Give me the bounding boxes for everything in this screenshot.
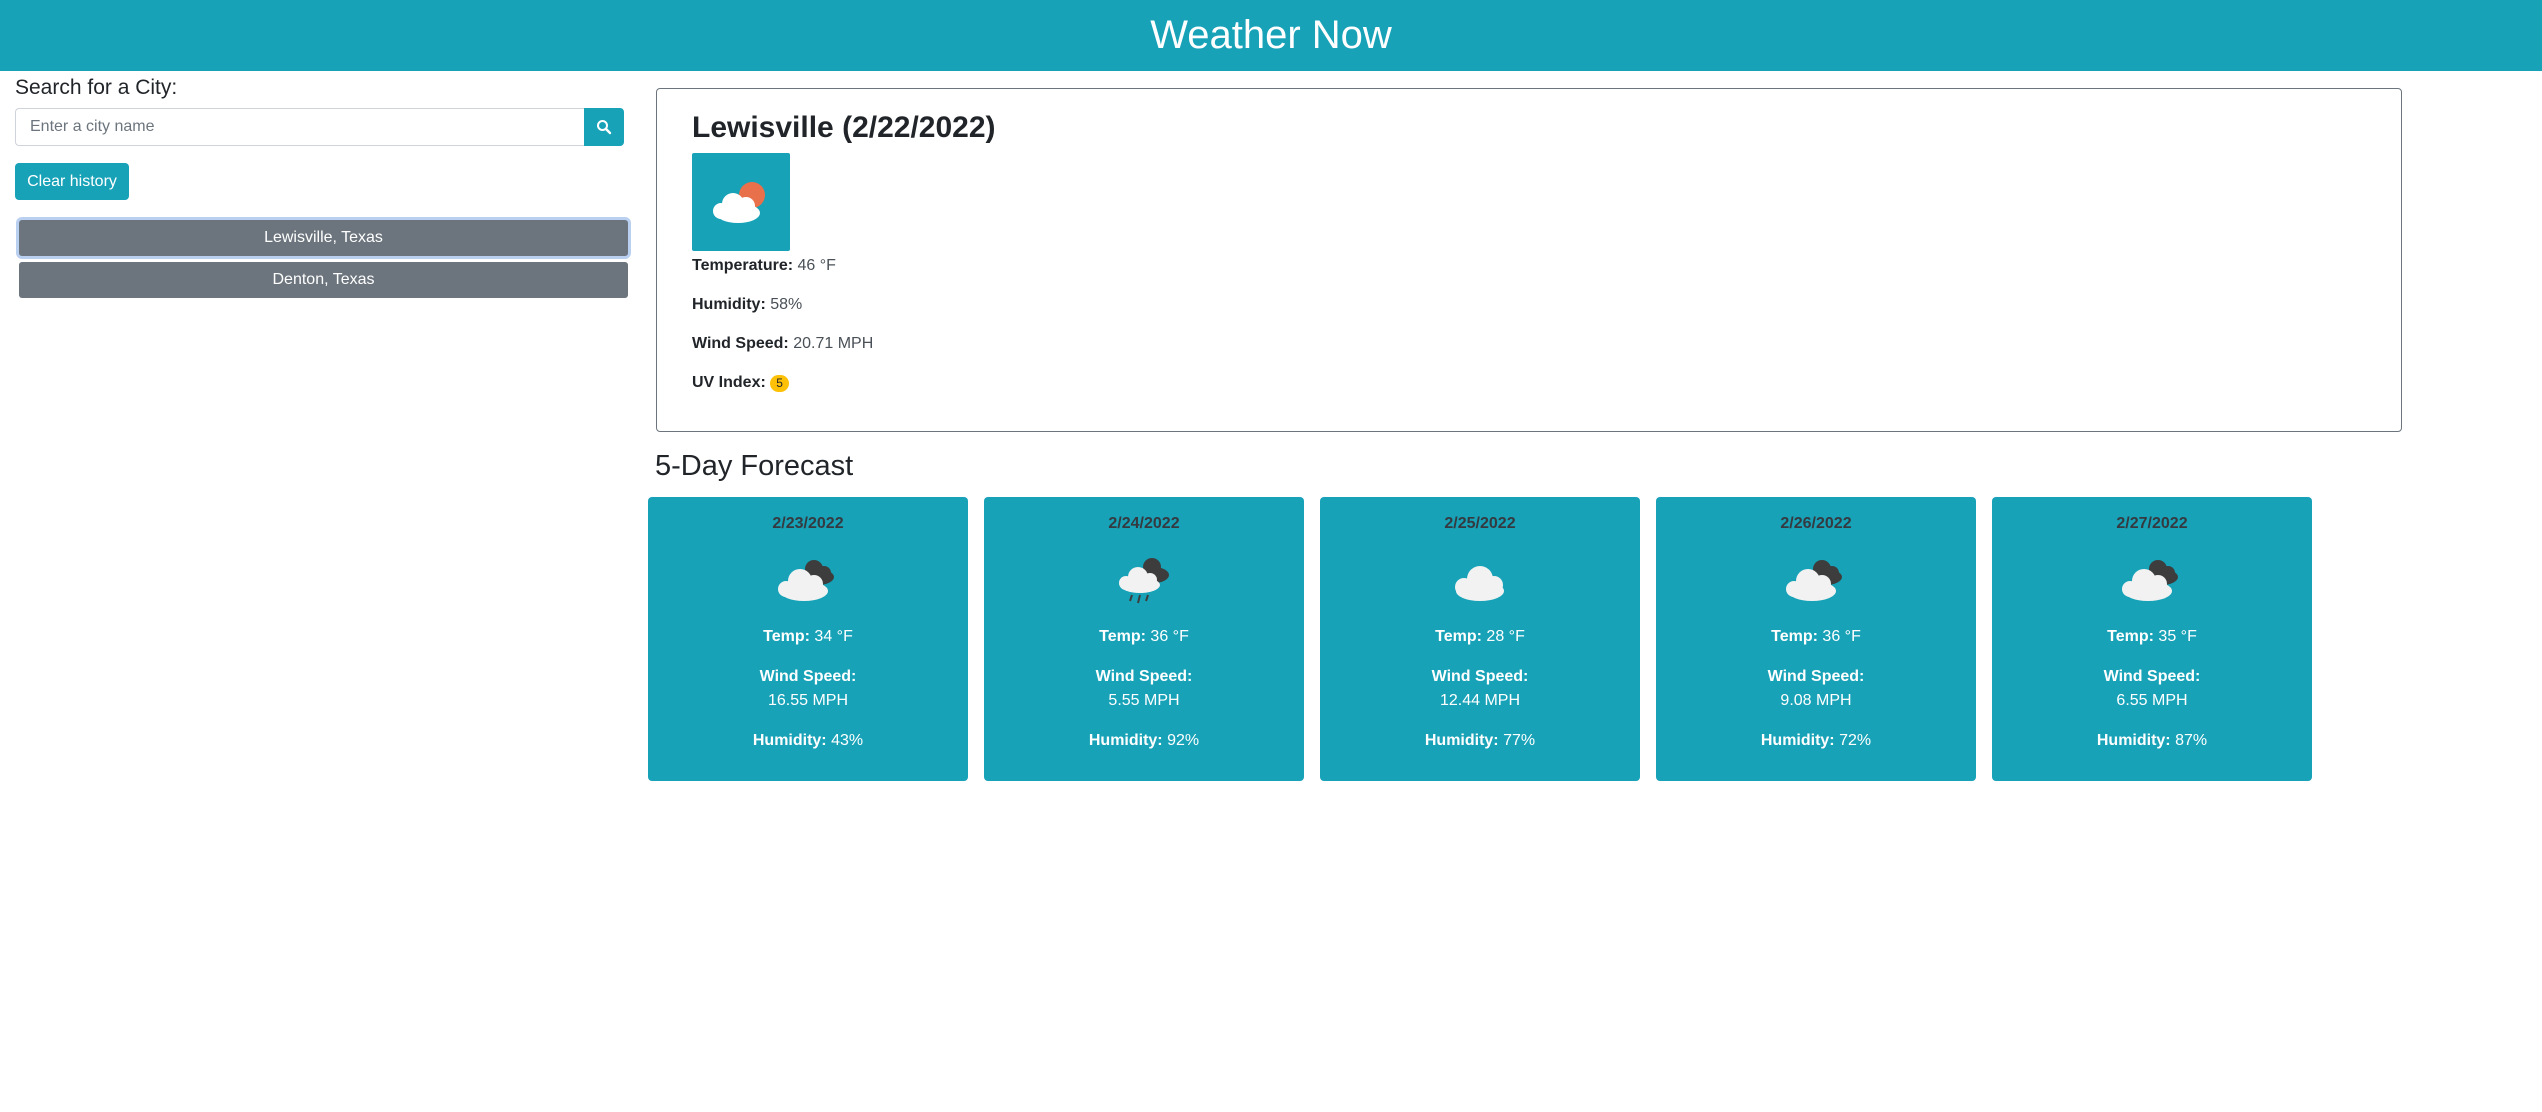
search-label: Search for a City: xyxy=(15,76,178,99)
rain-icon xyxy=(1119,558,1169,604)
search-form xyxy=(15,108,624,146)
forecast-wind-value: 5.55 MPH xyxy=(1108,692,1180,709)
forecast-temp: Temp: 36 °F xyxy=(1771,628,1861,645)
forecast-humidity: Humidity: 72% xyxy=(1760,732,1872,749)
forecast-card: 2/23/2022 Temp: 34 °F Wind Speed: 16.55 … xyxy=(648,497,968,781)
forecast-wind-value: 9.08 MPH xyxy=(1780,692,1852,709)
forecast-date: 2/25/2022 xyxy=(1444,515,1516,532)
app-header: Weather Now xyxy=(0,0,2542,71)
temperature-value: 46 °F xyxy=(797,257,836,274)
forecast-humidity: Humidity: 87% xyxy=(2096,732,2208,749)
history-item-denton[interactable]: Denton, Texas xyxy=(19,262,628,298)
broken-clouds-icon xyxy=(1786,560,1842,601)
forecast-wind-label: Wind Speed: xyxy=(1767,668,1865,685)
city-search-input[interactable] xyxy=(15,108,584,146)
current-weather-card: Lewisville (2/22/2022) Temperature: 46 °… xyxy=(656,88,2402,432)
wind-speed-value: 20.71 MPH xyxy=(793,335,874,352)
forecast-date: 2/23/2022 xyxy=(772,515,844,532)
forecast-wind-value: 6.55 MPH xyxy=(2116,692,2188,709)
forecast-date: 2/24/2022 xyxy=(1108,515,1180,532)
humidity-value: 58% xyxy=(770,296,803,313)
forecast-humidity: Humidity: 77% xyxy=(1424,732,1536,749)
forecast-wind-label: Wind Speed: xyxy=(759,668,857,685)
uv-index-badge: 5 xyxy=(770,375,789,392)
forecast-temp: Temp: 28 °F xyxy=(1435,628,1525,645)
forecast-temp: Temp: 35 °F xyxy=(2107,628,2197,645)
partly-cloudy-day-icon xyxy=(713,182,765,223)
humidity-stat: Humidity: 58% xyxy=(692,296,803,313)
search-history-list: Lewisville, Texas Denton, Texas xyxy=(19,220,628,304)
forecast-card: 2/27/2022 Temp: 35 °F Wind Speed: 6.55 M… xyxy=(1992,497,2312,781)
broken-clouds-icon xyxy=(2122,560,2178,601)
forecast-date: 2/26/2022 xyxy=(1780,515,1852,532)
forecast-humidity: Humidity: 43% xyxy=(752,732,864,749)
cloud-icon xyxy=(1455,566,1504,601)
forecast-wind-value: 12.44 MPH xyxy=(1439,692,1521,709)
history-item-lewisville[interactable]: Lewisville, Texas xyxy=(19,220,628,256)
uv-index-stat: UV Index: 5 xyxy=(692,374,2366,392)
forecast-wind-label: Wind Speed: xyxy=(2103,668,2201,685)
forecast-date: 2/27/2022 xyxy=(2116,515,2188,532)
forecast-humidity: Humidity: 92% xyxy=(1088,732,1200,749)
forecast-card: 2/26/2022 Temp: 36 °F Wind Speed: 9.08 M… xyxy=(1656,497,1976,781)
forecast-wind-label: Wind Speed: xyxy=(1095,668,1193,685)
forecast-temp: Temp: 36 °F xyxy=(1099,628,1189,645)
broken-clouds-icon xyxy=(778,560,834,601)
forecast-wind-label: Wind Speed: xyxy=(1431,668,1529,685)
temperature-stat: Temperature: 46 °F xyxy=(692,257,836,274)
search-icon xyxy=(597,120,612,135)
wind-speed-stat: Wind Speed: 20.71 MPH xyxy=(692,335,874,352)
search-button[interactable] xyxy=(584,108,624,146)
current-city-title: Lewisville (2/22/2022) xyxy=(692,111,996,144)
forecast-wind-value: 16.55 MPH xyxy=(767,692,849,709)
forecast-title: 5-Day Forecast xyxy=(655,450,854,482)
clear-history-button[interactable]: Clear history xyxy=(15,163,129,200)
forecast-temp: Temp: 34 °F xyxy=(763,628,853,645)
forecast-card: 2/25/2022 Temp: 28 °F Wind Speed: 12.44 … xyxy=(1320,497,1640,781)
current-weather-icon-box xyxy=(692,153,790,251)
forecast-list: 2/23/2022 Temp: 34 °F Wind Speed: 16.55 … xyxy=(648,497,2312,781)
forecast-card: 2/24/2022 Temp: 36 °F Wind Speed: 5.55 M… xyxy=(984,497,1304,781)
app-title: Weather Now xyxy=(1150,13,1392,57)
